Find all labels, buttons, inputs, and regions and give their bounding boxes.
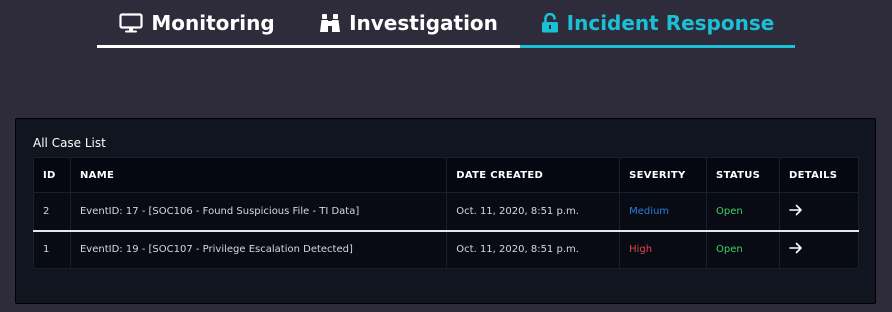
tab-label: Monitoring — [151, 10, 275, 35]
column-header-status: STATUS — [706, 157, 780, 193]
column-header-name: NAME — [69, 157, 448, 193]
case-severity: High — [619, 230, 708, 269]
case-id: 2 — [33, 192, 71, 232]
case-name: EventID: 19 - [SOC107 - Privilege Escala… — [69, 230, 448, 269]
case-date-created: Oct. 11, 2020, 8:51 p.m. — [446, 192, 621, 232]
table-header-row: ID NAME DATE CREATED SEVERITY STATUS DET… — [33, 157, 859, 193]
arrow-right-icon[interactable] — [789, 204, 803, 216]
monitor-icon — [119, 12, 143, 33]
column-header-id: ID — [33, 157, 71, 193]
case-list-panel: All Case List ID NAME DATE CREATED SEVER… — [15, 118, 876, 304]
panel-title: All Case List — [33, 136, 106, 150]
case-table: ID NAME DATE CREATED SEVERITY STATUS DET… — [33, 157, 859, 269]
case-name: EventID: 17 - [SOC106 - Found Suspicious… — [69, 192, 448, 232]
case-details-cell — [779, 230, 859, 269]
column-header-date-created: DATE CREATED — [446, 157, 621, 193]
tab-investigation[interactable]: Investigation — [297, 0, 520, 48]
top-nav: Monitoring Investigation Incident Respon… — [97, 0, 795, 48]
unlock-icon — [541, 12, 559, 33]
case-status: Open — [706, 192, 780, 232]
case-severity: Medium — [619, 192, 708, 232]
tab-incident-response[interactable]: Incident Response — [520, 0, 795, 48]
tab-label: Incident Response — [566, 10, 775, 35]
binoculars-icon — [319, 13, 341, 33]
arrow-right-icon[interactable] — [789, 242, 803, 254]
tab-label: Investigation — [349, 10, 498, 35]
tab-monitoring[interactable]: Monitoring — [97, 0, 297, 48]
table-row: 2 EventID: 17 - [SOC106 - Found Suspicio… — [33, 192, 859, 232]
column-header-severity: SEVERITY — [619, 157, 708, 193]
table-row: 1 EventID: 19 - [SOC107 - Privilege Esca… — [33, 230, 859, 269]
case-date-created: Oct. 11, 2020, 8:51 p.m. — [446, 230, 621, 269]
column-header-details: DETAILS — [779, 157, 859, 193]
case-details-cell — [779, 192, 859, 232]
case-id: 1 — [33, 230, 71, 269]
case-status: Open — [706, 230, 780, 269]
